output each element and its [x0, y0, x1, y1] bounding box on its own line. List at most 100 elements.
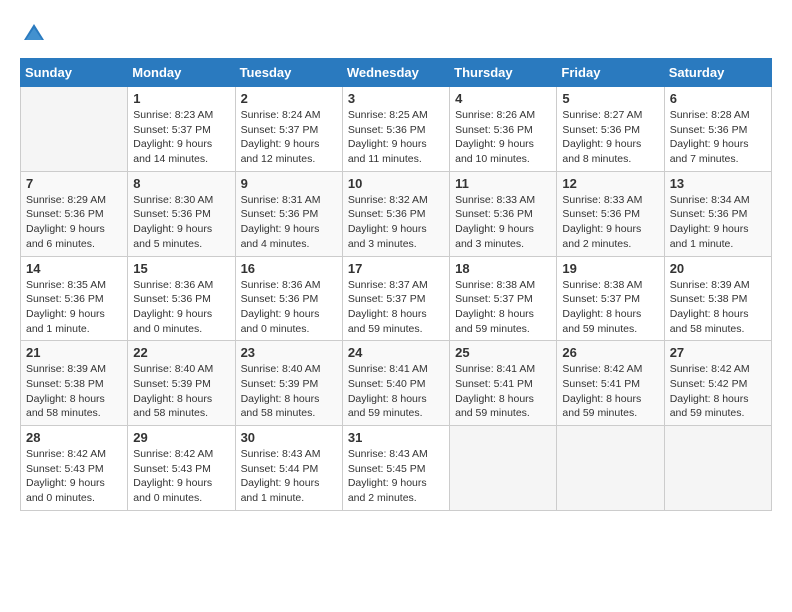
calendar-week-row: 7 Sunrise: 8:29 AM Sunset: 5:36 PM Daylig…	[21, 171, 772, 256]
calendar-header-monday: Monday	[128, 59, 235, 87]
day-info: Sunrise: 8:23 AM Sunset: 5:37 PM Dayligh…	[133, 108, 229, 167]
day-info: Sunrise: 8:36 AM Sunset: 5:36 PM Dayligh…	[241, 278, 337, 337]
day-info: Sunrise: 8:38 AM Sunset: 5:37 PM Dayligh…	[455, 278, 551, 337]
calendar-cell: 20 Sunrise: 8:39 AM Sunset: 5:38 PM Dayli…	[664, 256, 771, 341]
day-info: Sunrise: 8:41 AM Sunset: 5:41 PM Dayligh…	[455, 362, 551, 421]
calendar-header-sunday: Sunday	[21, 59, 128, 87]
calendar-header-row: SundayMondayTuesdayWednesdayThursdayFrid…	[21, 59, 772, 87]
calendar-week-row: 28 Sunrise: 8:42 AM Sunset: 5:43 PM Dayli…	[21, 426, 772, 511]
calendar-cell: 13 Sunrise: 8:34 AM Sunset: 5:36 PM Dayli…	[664, 171, 771, 256]
day-info: Sunrise: 8:24 AM Sunset: 5:37 PM Dayligh…	[241, 108, 337, 167]
calendar-cell: 6 Sunrise: 8:28 AM Sunset: 5:36 PM Daylig…	[664, 87, 771, 172]
day-number: 16	[241, 261, 337, 276]
calendar-cell: 19 Sunrise: 8:38 AM Sunset: 5:37 PM Dayli…	[557, 256, 664, 341]
logo-icon	[20, 20, 48, 48]
day-number: 19	[562, 261, 658, 276]
day-number: 29	[133, 430, 229, 445]
calendar-cell	[450, 426, 557, 511]
day-number: 14	[26, 261, 122, 276]
day-info: Sunrise: 8:42 AM Sunset: 5:41 PM Dayligh…	[562, 362, 658, 421]
day-info: Sunrise: 8:40 AM Sunset: 5:39 PM Dayligh…	[241, 362, 337, 421]
day-info: Sunrise: 8:25 AM Sunset: 5:36 PM Dayligh…	[348, 108, 444, 167]
day-info: Sunrise: 8:37 AM Sunset: 5:37 PM Dayligh…	[348, 278, 444, 337]
calendar-week-row: 1 Sunrise: 8:23 AM Sunset: 5:37 PM Daylig…	[21, 87, 772, 172]
calendar-header-tuesday: Tuesday	[235, 59, 342, 87]
calendar-cell	[664, 426, 771, 511]
calendar-header-wednesday: Wednesday	[342, 59, 449, 87]
calendar-cell: 1 Sunrise: 8:23 AM Sunset: 5:37 PM Daylig…	[128, 87, 235, 172]
day-number: 21	[26, 345, 122, 360]
calendar-cell: 18 Sunrise: 8:38 AM Sunset: 5:37 PM Dayli…	[450, 256, 557, 341]
day-info: Sunrise: 8:42 AM Sunset: 5:42 PM Dayligh…	[670, 362, 766, 421]
calendar-cell: 17 Sunrise: 8:37 AM Sunset: 5:37 PM Dayli…	[342, 256, 449, 341]
day-number: 13	[670, 176, 766, 191]
calendar-cell: 25 Sunrise: 8:41 AM Sunset: 5:41 PM Dayli…	[450, 341, 557, 426]
calendar-cell: 26 Sunrise: 8:42 AM Sunset: 5:41 PM Dayli…	[557, 341, 664, 426]
calendar-cell: 27Sunrise: 8:42 AM Sunset: 5:42 PM Dayli…	[664, 341, 771, 426]
day-number: 12	[562, 176, 658, 191]
calendar-cell: 15 Sunrise: 8:36 AM Sunset: 5:36 PM Dayli…	[128, 256, 235, 341]
calendar-cell: 7 Sunrise: 8:29 AM Sunset: 5:36 PM Daylig…	[21, 171, 128, 256]
day-info: Sunrise: 8:36 AM Sunset: 5:36 PM Dayligh…	[133, 278, 229, 337]
day-number: 28	[26, 430, 122, 445]
calendar-cell: 3 Sunrise: 8:25 AM Sunset: 5:36 PM Daylig…	[342, 87, 449, 172]
day-info: Sunrise: 8:31 AM Sunset: 5:36 PM Dayligh…	[241, 193, 337, 252]
day-number: 15	[133, 261, 229, 276]
day-number: 5	[562, 91, 658, 106]
day-number: 1	[133, 91, 229, 106]
day-number: 18	[455, 261, 551, 276]
day-info: Sunrise: 8:42 AM Sunset: 5:43 PM Dayligh…	[133, 447, 229, 506]
day-number: 3	[348, 91, 444, 106]
day-info: Sunrise: 8:29 AM Sunset: 5:36 PM Dayligh…	[26, 193, 122, 252]
day-info: Sunrise: 8:32 AM Sunset: 5:36 PM Dayligh…	[348, 193, 444, 252]
day-info: Sunrise: 8:26 AM Sunset: 5:36 PM Dayligh…	[455, 108, 551, 167]
calendar-cell: 11Sunrise: 8:33 AM Sunset: 5:36 PM Dayli…	[450, 171, 557, 256]
day-number: 31	[348, 430, 444, 445]
calendar-cell: 9Sunrise: 8:31 AM Sunset: 5:36 PM Daylig…	[235, 171, 342, 256]
day-info: Sunrise: 8:27 AM Sunset: 5:36 PM Dayligh…	[562, 108, 658, 167]
day-info: Sunrise: 8:28 AM Sunset: 5:36 PM Dayligh…	[670, 108, 766, 167]
day-info: Sunrise: 8:43 AM Sunset: 5:45 PM Dayligh…	[348, 447, 444, 506]
calendar-table: SundayMondayTuesdayWednesdayThursdayFrid…	[20, 58, 772, 511]
day-info: Sunrise: 8:39 AM Sunset: 5:38 PM Dayligh…	[26, 362, 122, 421]
day-number: 25	[455, 345, 551, 360]
day-number: 17	[348, 261, 444, 276]
calendar-cell: 31 Sunrise: 8:43 AM Sunset: 5:45 PM Dayli…	[342, 426, 449, 511]
calendar-cell: 2 Sunrise: 8:24 AM Sunset: 5:37 PM Daylig…	[235, 87, 342, 172]
day-info: Sunrise: 8:41 AM Sunset: 5:40 PM Dayligh…	[348, 362, 444, 421]
calendar-cell: 28Sunrise: 8:42 AM Sunset: 5:43 PM Dayli…	[21, 426, 128, 511]
day-number: 10	[348, 176, 444, 191]
calendar-cell: 12 Sunrise: 8:33 AM Sunset: 5:36 PM Dayli…	[557, 171, 664, 256]
day-number: 7	[26, 176, 122, 191]
calendar-cell: 8 Sunrise: 8:30 AM Sunset: 5:36 PM Daylig…	[128, 171, 235, 256]
logo	[20, 20, 52, 48]
day-info: Sunrise: 8:33 AM Sunset: 5:36 PM Dayligh…	[562, 193, 658, 252]
calendar-cell: 29 Sunrise: 8:42 AM Sunset: 5:43 PM Dayli…	[128, 426, 235, 511]
calendar-cell: 23Sunrise: 8:40 AM Sunset: 5:39 PM Dayli…	[235, 341, 342, 426]
calendar-week-row: 21 Sunrise: 8:39 AM Sunset: 5:38 PM Dayli…	[21, 341, 772, 426]
day-info: Sunrise: 8:34 AM Sunset: 5:36 PM Dayligh…	[670, 193, 766, 252]
day-info: Sunrise: 8:38 AM Sunset: 5:37 PM Dayligh…	[562, 278, 658, 337]
calendar-cell: 16 Sunrise: 8:36 AM Sunset: 5:36 PM Dayli…	[235, 256, 342, 341]
day-number: 11	[455, 176, 551, 191]
day-number: 6	[670, 91, 766, 106]
day-number: 2	[241, 91, 337, 106]
calendar-cell: 5 Sunrise: 8:27 AM Sunset: 5:36 PM Daylig…	[557, 87, 664, 172]
calendar-header-saturday: Saturday	[664, 59, 771, 87]
calendar-cell: 21 Sunrise: 8:39 AM Sunset: 5:38 PM Dayli…	[21, 341, 128, 426]
calendar-cell: 4Sunrise: 8:26 AM Sunset: 5:36 PM Daylig…	[450, 87, 557, 172]
day-info: Sunrise: 8:43 AM Sunset: 5:44 PM Dayligh…	[241, 447, 337, 506]
day-info: Sunrise: 8:35 AM Sunset: 5:36 PM Dayligh…	[26, 278, 122, 337]
day-info: Sunrise: 8:40 AM Sunset: 5:39 PM Dayligh…	[133, 362, 229, 421]
day-number: 22	[133, 345, 229, 360]
calendar-cell: 30Sunrise: 8:43 AM Sunset: 5:44 PM Dayli…	[235, 426, 342, 511]
calendar-cell	[21, 87, 128, 172]
day-info: Sunrise: 8:39 AM Sunset: 5:38 PM Dayligh…	[670, 278, 766, 337]
day-info: Sunrise: 8:30 AM Sunset: 5:36 PM Dayligh…	[133, 193, 229, 252]
day-number: 26	[562, 345, 658, 360]
page-header	[20, 20, 772, 48]
day-number: 8	[133, 176, 229, 191]
day-number: 24	[348, 345, 444, 360]
day-number: 20	[670, 261, 766, 276]
calendar-header-friday: Friday	[557, 59, 664, 87]
